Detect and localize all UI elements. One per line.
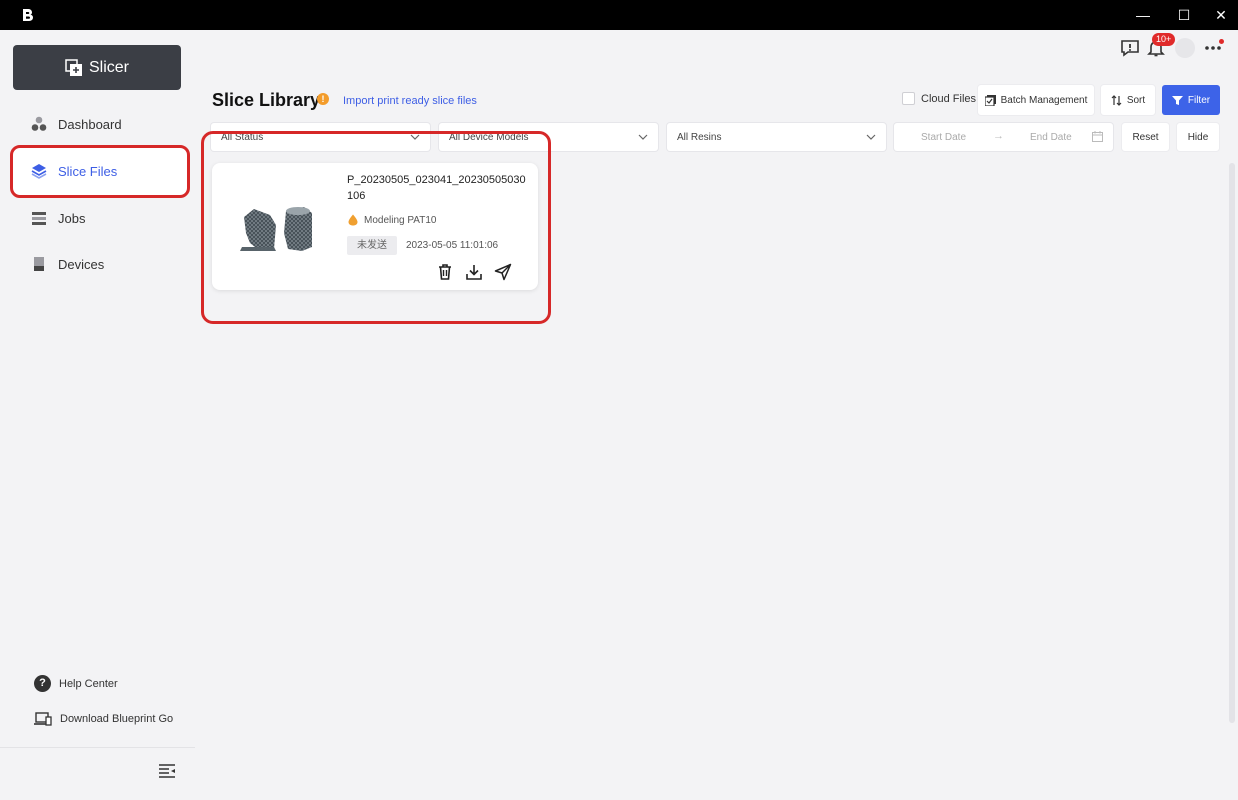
- import-slice-files-link[interactable]: Import print ready slice files: [343, 95, 477, 107]
- devices-icon: [34, 712, 52, 726]
- slicer-label: Slicer: [88, 58, 129, 76]
- filter-label: Filter: [1187, 94, 1211, 106]
- end-date-input[interactable]: End Date: [1030, 132, 1072, 143]
- calendar-icon: [1092, 131, 1103, 142]
- scrollbar[interactable]: [1229, 163, 1235, 723]
- filter-icon: [1171, 95, 1183, 105]
- dashboard-icon: [31, 116, 47, 131]
- sidebar-item-dashboard[interactable]: Dashboard: [12, 100, 188, 148]
- sort-button[interactable]: Sort: [1101, 85, 1155, 115]
- highlight-box-slice-card: [201, 131, 551, 324]
- info-icon[interactable]: !: [317, 93, 329, 105]
- resin-select-value: All Resins: [677, 131, 722, 143]
- close-button[interactable]: ✕: [1206, 4, 1236, 26]
- sidebar-item-jobs[interactable]: Jobs: [12, 194, 188, 242]
- sidebar-item-label: Jobs: [58, 210, 86, 226]
- question-icon: ?: [34, 675, 51, 692]
- sidebar-divider: [0, 747, 195, 748]
- download-blueprint-go-link[interactable]: Download Blueprint Go: [34, 712, 173, 726]
- slicer-button[interactable]: Slicer: [13, 45, 181, 90]
- chevron-down-icon: [866, 134, 876, 140]
- reset-button[interactable]: Reset: [1122, 123, 1169, 151]
- filter-button[interactable]: Filter: [1162, 85, 1220, 115]
- download-go-label: Download Blueprint Go: [60, 713, 174, 725]
- cloud-files-checkbox[interactable]: [902, 92, 915, 105]
- help-center-label: Help Center: [59, 677, 118, 690]
- sort-icon: [1111, 94, 1122, 106]
- cloud-files-toggle[interactable]: Cloud Files: [902, 92, 976, 105]
- jobs-icon: [32, 212, 46, 225]
- minimize-button[interactable]: —: [1128, 4, 1158, 26]
- date-range-picker[interactable]: Start Date → End Date: [894, 123, 1113, 151]
- hide-button[interactable]: Hide: [1177, 123, 1219, 151]
- highlight-box-slice-files: [10, 145, 190, 198]
- title-bar: — ☐ ✕: [0, 0, 1238, 30]
- sort-label: Sort: [1126, 94, 1146, 106]
- maximize-button[interactable]: ☐: [1169, 4, 1199, 26]
- arrow-right-icon: →: [993, 130, 1004, 142]
- notification-badge: 10+: [1152, 33, 1176, 46]
- sidebar-item-label: Devices: [58, 256, 105, 272]
- avatar[interactable]: [1175, 38, 1195, 58]
- reset-label: Reset: [1132, 131, 1159, 143]
- sidebar-item-label: Dashboard: [58, 116, 122, 132]
- app-logo-icon: [23, 9, 33, 21]
- batch-management-button[interactable]: Batch Management: [978, 85, 1094, 115]
- chevron-down-icon: [638, 134, 648, 140]
- hide-label: Hide: [1187, 131, 1209, 143]
- sidebar-item-devices[interactable]: Devices: [12, 240, 188, 288]
- unread-dot: [1219, 39, 1224, 44]
- cloud-files-label: Cloud Files: [921, 92, 977, 105]
- page-title: Slice Library: [212, 90, 321, 110]
- help-center-link[interactable]: ? Help Center: [34, 675, 118, 692]
- collapse-sidebar-icon[interactable]: [158, 763, 176, 779]
- batch-management-label: Batch Management: [1000, 94, 1088, 106]
- printer-icon: [34, 257, 44, 271]
- feedback-icon[interactable]: [1120, 38, 1140, 58]
- resin-select[interactable]: All Resins: [667, 123, 886, 151]
- batch-icon: [984, 94, 996, 106]
- slicer-icon: [65, 58, 82, 76]
- start-date-input[interactable]: Start Date: [921, 132, 966, 143]
